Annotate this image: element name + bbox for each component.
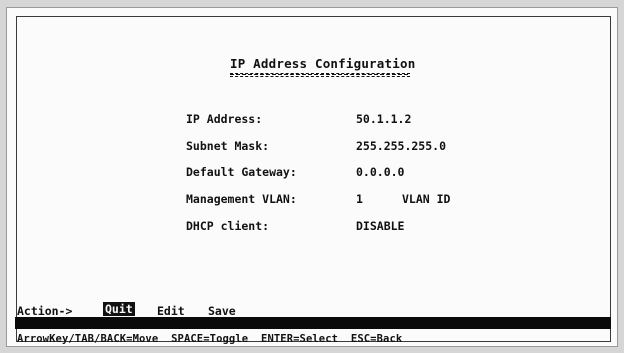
quit-menu-label: Quit [105,302,133,316]
management-vlan-label: Management VLAN: [186,192,297,206]
dhcp-client-value[interactable]: DISABLE [356,219,404,233]
dhcp-client-label: DHCP client: [186,219,270,233]
action-prompt: Action-> [17,304,73,318]
page-title: IP Address Configuration [230,56,416,71]
subnet-mask-label: Subnet Mask: [186,139,270,153]
quit-menu-item[interactable]: Quit [103,302,135,316]
subnet-mask-value[interactable]: 255.255.255.0 [356,139,446,153]
ip-address-label: IP Address: [186,112,263,126]
keyboard-help-line: ArrowKey/TAB/BACK=Move SPACE=Toggle ENTE… [17,333,403,345]
title-underline [230,73,410,77]
default-gateway-label: Default Gateway: [186,165,297,179]
ip-address-value[interactable]: 50.1.1.2 [356,112,411,126]
vlan-id-label: VLAN ID [402,192,451,206]
terminal-window: IP Address Configuration IP Address: 50.… [6,7,618,347]
management-vlan-value[interactable]: 1 [356,192,363,206]
save-menu-item[interactable]: Save [208,304,236,318]
status-bar-highlight [15,317,611,329]
default-gateway-value[interactable]: 0.0.0.0 [356,165,404,179]
edit-menu-item[interactable]: Edit [157,304,185,318]
